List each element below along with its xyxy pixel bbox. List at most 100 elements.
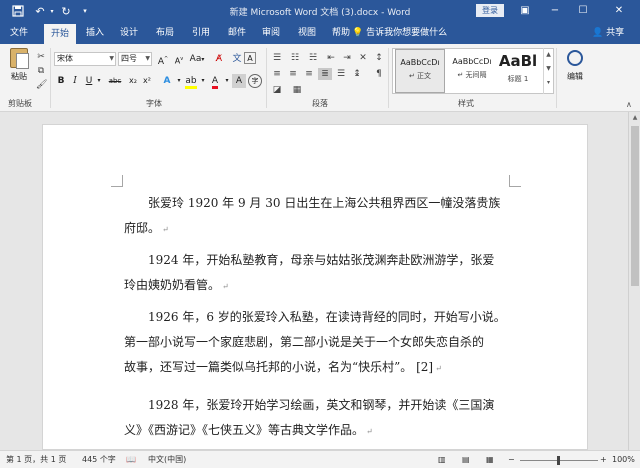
print-layout-icon[interactable]: ▤ bbox=[462, 454, 470, 466]
collapse-ribbon-icon[interactable]: ∧ bbox=[626, 100, 632, 109]
bold-button[interactable]: B bbox=[54, 74, 68, 88]
phonetic-guide-icon[interactable]: 文 bbox=[230, 52, 244, 66]
vertical-scrollbar[interactable]: ▲ bbox=[628, 112, 640, 450]
font-name-combo[interactable]: 宋体 ▼ bbox=[54, 52, 116, 66]
highlight-icon[interactable]: ab bbox=[184, 74, 198, 89]
font-color-icon[interactable]: A bbox=[208, 74, 222, 89]
share-button[interactable]: 👤 共享 bbox=[592, 22, 624, 44]
page-count[interactable]: 第 1 页，共 1 页 bbox=[6, 454, 66, 466]
crop-mark bbox=[111, 175, 123, 187]
increase-indent-icon[interactable]: ⇥ bbox=[340, 52, 354, 64]
style-normal[interactable]: AaBbCcDı ↵ 正文 bbox=[395, 49, 445, 93]
styles-scroll[interactable]: ▲ ▼ ▾ bbox=[543, 48, 553, 94]
text-line: 1928 年，张爱玲开始学习绘画，英文和钢琴，并开始读《三国演 bbox=[148, 398, 495, 412]
align-right-icon[interactable]: ≡ bbox=[302, 68, 316, 80]
distributed-icon[interactable]: ☰ bbox=[334, 68, 348, 80]
scrollbar-thumb[interactable] bbox=[631, 126, 639, 286]
close-icon[interactable]: ✕ bbox=[610, 3, 628, 19]
chevron-down-icon[interactable]: ▾ bbox=[176, 74, 182, 88]
align-center-icon[interactable]: ≡ bbox=[286, 68, 300, 80]
login-button[interactable]: 登录 bbox=[476, 4, 504, 17]
paste-button[interactable]: 粘贴 bbox=[6, 48, 32, 92]
paragraph-2[interactable]: 1924 年，开始私塾教育，母亲与姑姑张茂渊奔赴欧洲游学，张爱 玲由姨奶奶看管。… bbox=[124, 248, 508, 299]
line-spacing-icon[interactable]: ↨ bbox=[350, 68, 364, 80]
show-marks-icon[interactable]: ¶ bbox=[372, 68, 386, 80]
paragraph-3[interactable]: 1926 年，6 岁的张爱玲入私塾，在读诗背经的同时，开始写小说。 第一部小说写… bbox=[124, 305, 508, 381]
text-effects-icon[interactable]: A bbox=[160, 74, 174, 88]
numbering-icon[interactable]: ☷ bbox=[288, 52, 302, 64]
group-divider bbox=[556, 48, 557, 108]
borders-icon[interactable]: ▦ bbox=[290, 84, 304, 96]
text-line-last: 府邸。 ↵ bbox=[124, 216, 508, 242]
zoom-slider-handle[interactable] bbox=[557, 456, 560, 465]
decrease-indent-icon[interactable]: ⇤ bbox=[324, 52, 338, 64]
language-indicator[interactable]: 中文(中国) bbox=[148, 454, 186, 466]
copy-icon[interactable]: ⧉ bbox=[36, 66, 46, 76]
paragraph-4[interactable]: 1928 年，张爱玲开始学习绘画，英文和钢琴，并开始读《三国演 义》《西游记》《… bbox=[124, 393, 508, 444]
font-size-combo[interactable]: 四号 ▼ bbox=[118, 52, 152, 66]
justify-icon[interactable]: ≣ bbox=[318, 68, 332, 80]
tell-me-box[interactable]: 💡 告诉我你想要做什么 bbox=[352, 22, 447, 44]
clear-format-icon[interactable]: A̸ bbox=[212, 52, 226, 66]
tab-layout[interactable]: 布局 bbox=[150, 22, 180, 44]
char-shading-icon[interactable]: A bbox=[232, 74, 246, 88]
format-painter-icon[interactable]: 🖌 bbox=[36, 80, 47, 90]
multilevel-list-icon[interactable]: ☵ bbox=[306, 52, 320, 64]
subscript-button[interactable]: x₂ bbox=[126, 74, 140, 88]
char-border-icon[interactable]: A bbox=[244, 52, 256, 64]
tab-review[interactable]: 审阅 bbox=[256, 22, 286, 44]
group-divider bbox=[266, 48, 267, 108]
ribbon-options-icon[interactable]: ▣ bbox=[516, 3, 534, 19]
word-count[interactable]: 445 个字 bbox=[82, 454, 116, 466]
text-line: 故事，还写过一篇类似乌托邦的小说，名为“快乐村”。 [2] bbox=[124, 360, 434, 374]
bullets-icon[interactable]: ☰ bbox=[270, 52, 284, 64]
read-mode-icon[interactable]: ▥ bbox=[438, 454, 446, 466]
superscript-button[interactable]: x² bbox=[140, 74, 154, 88]
enclose-char-icon[interactable]: 字 bbox=[248, 74, 262, 88]
tab-home[interactable]: 开始 bbox=[44, 24, 76, 44]
font-size-value: 四号 bbox=[121, 54, 137, 63]
crop-mark bbox=[509, 175, 521, 187]
grow-font-button[interactable]: A^ bbox=[156, 52, 170, 67]
web-layout-icon[interactable]: ▦ bbox=[486, 454, 494, 466]
shading-icon[interactable]: ◪ bbox=[270, 84, 284, 96]
style-preview: AaBbCcDı bbox=[400, 58, 440, 67]
chevron-down-icon[interactable]: ▾ bbox=[200, 74, 206, 88]
zoom-out-button[interactable]: − bbox=[508, 454, 515, 466]
align-left-icon[interactable]: ≡ bbox=[270, 68, 284, 80]
tab-mailings[interactable]: 邮件 bbox=[222, 22, 252, 44]
underline-dropdown-icon[interactable]: ▾ bbox=[96, 74, 102, 88]
chevron-down-icon[interactable]: ▾ bbox=[224, 74, 230, 88]
paragraph-1[interactable]: 张爱玲 1920 年 9 月 30 日出生在上海公共租界西区一幢没落贵族 府邸。… bbox=[124, 191, 508, 242]
proofing-icon[interactable]: 📖 bbox=[126, 454, 136, 466]
zoom-in-button[interactable]: + bbox=[600, 454, 607, 466]
text-line-last: 玲由姨奶奶看管。 ↵ bbox=[124, 273, 508, 299]
underline-button[interactable]: U bbox=[82, 74, 96, 88]
tab-view[interactable]: 视图 bbox=[292, 22, 322, 44]
strikethrough-button[interactable]: abc bbox=[106, 74, 124, 88]
change-case-button[interactable]: Aa▾ bbox=[188, 52, 206, 66]
style-no-spacing[interactable]: AaBbCcDı ↵ 无间隔 bbox=[447, 49, 497, 93]
editing-button[interactable]: 编辑 bbox=[560, 50, 590, 94]
chinese-layout-icon[interactable]: ✕ bbox=[356, 52, 370, 64]
italic-button[interactable]: I bbox=[68, 74, 82, 88]
search-icon bbox=[567, 50, 583, 66]
style-name: ↵ 无间隔 bbox=[457, 71, 487, 79]
zoom-level[interactable]: 100% bbox=[612, 454, 635, 466]
cut-icon[interactable]: ✂ bbox=[36, 52, 46, 62]
text-line-last: 义》《西游记》《七侠五义》等古典文学作品。 ↵ bbox=[124, 418, 508, 444]
shrink-font-button[interactable]: Av bbox=[172, 52, 186, 66]
styles-group-label: 样式 bbox=[458, 99, 474, 108]
minimize-icon[interactable]: − bbox=[546, 3, 564, 19]
style-heading-1[interactable]: AaBl 标题 1 bbox=[495, 49, 541, 93]
tab-file[interactable]: 文件 bbox=[4, 22, 34, 44]
tab-references[interactable]: 引用 bbox=[186, 22, 216, 44]
sort-icon[interactable]: ↕ bbox=[372, 52, 386, 64]
styles-gallery: AaBbCcDı ↵ 正文 AaBbCcDı ↵ 无间隔 AaBl 标题 1 bbox=[392, 48, 554, 94]
tab-design[interactable]: 设计 bbox=[114, 22, 144, 44]
scroll-up-icon[interactable]: ▲ bbox=[629, 112, 640, 124]
tab-insert[interactable]: 插入 bbox=[80, 22, 110, 44]
maximize-icon[interactable]: ☐ bbox=[574, 3, 592, 19]
font-group-label: 字体 bbox=[146, 99, 162, 108]
group-divider bbox=[50, 48, 51, 108]
